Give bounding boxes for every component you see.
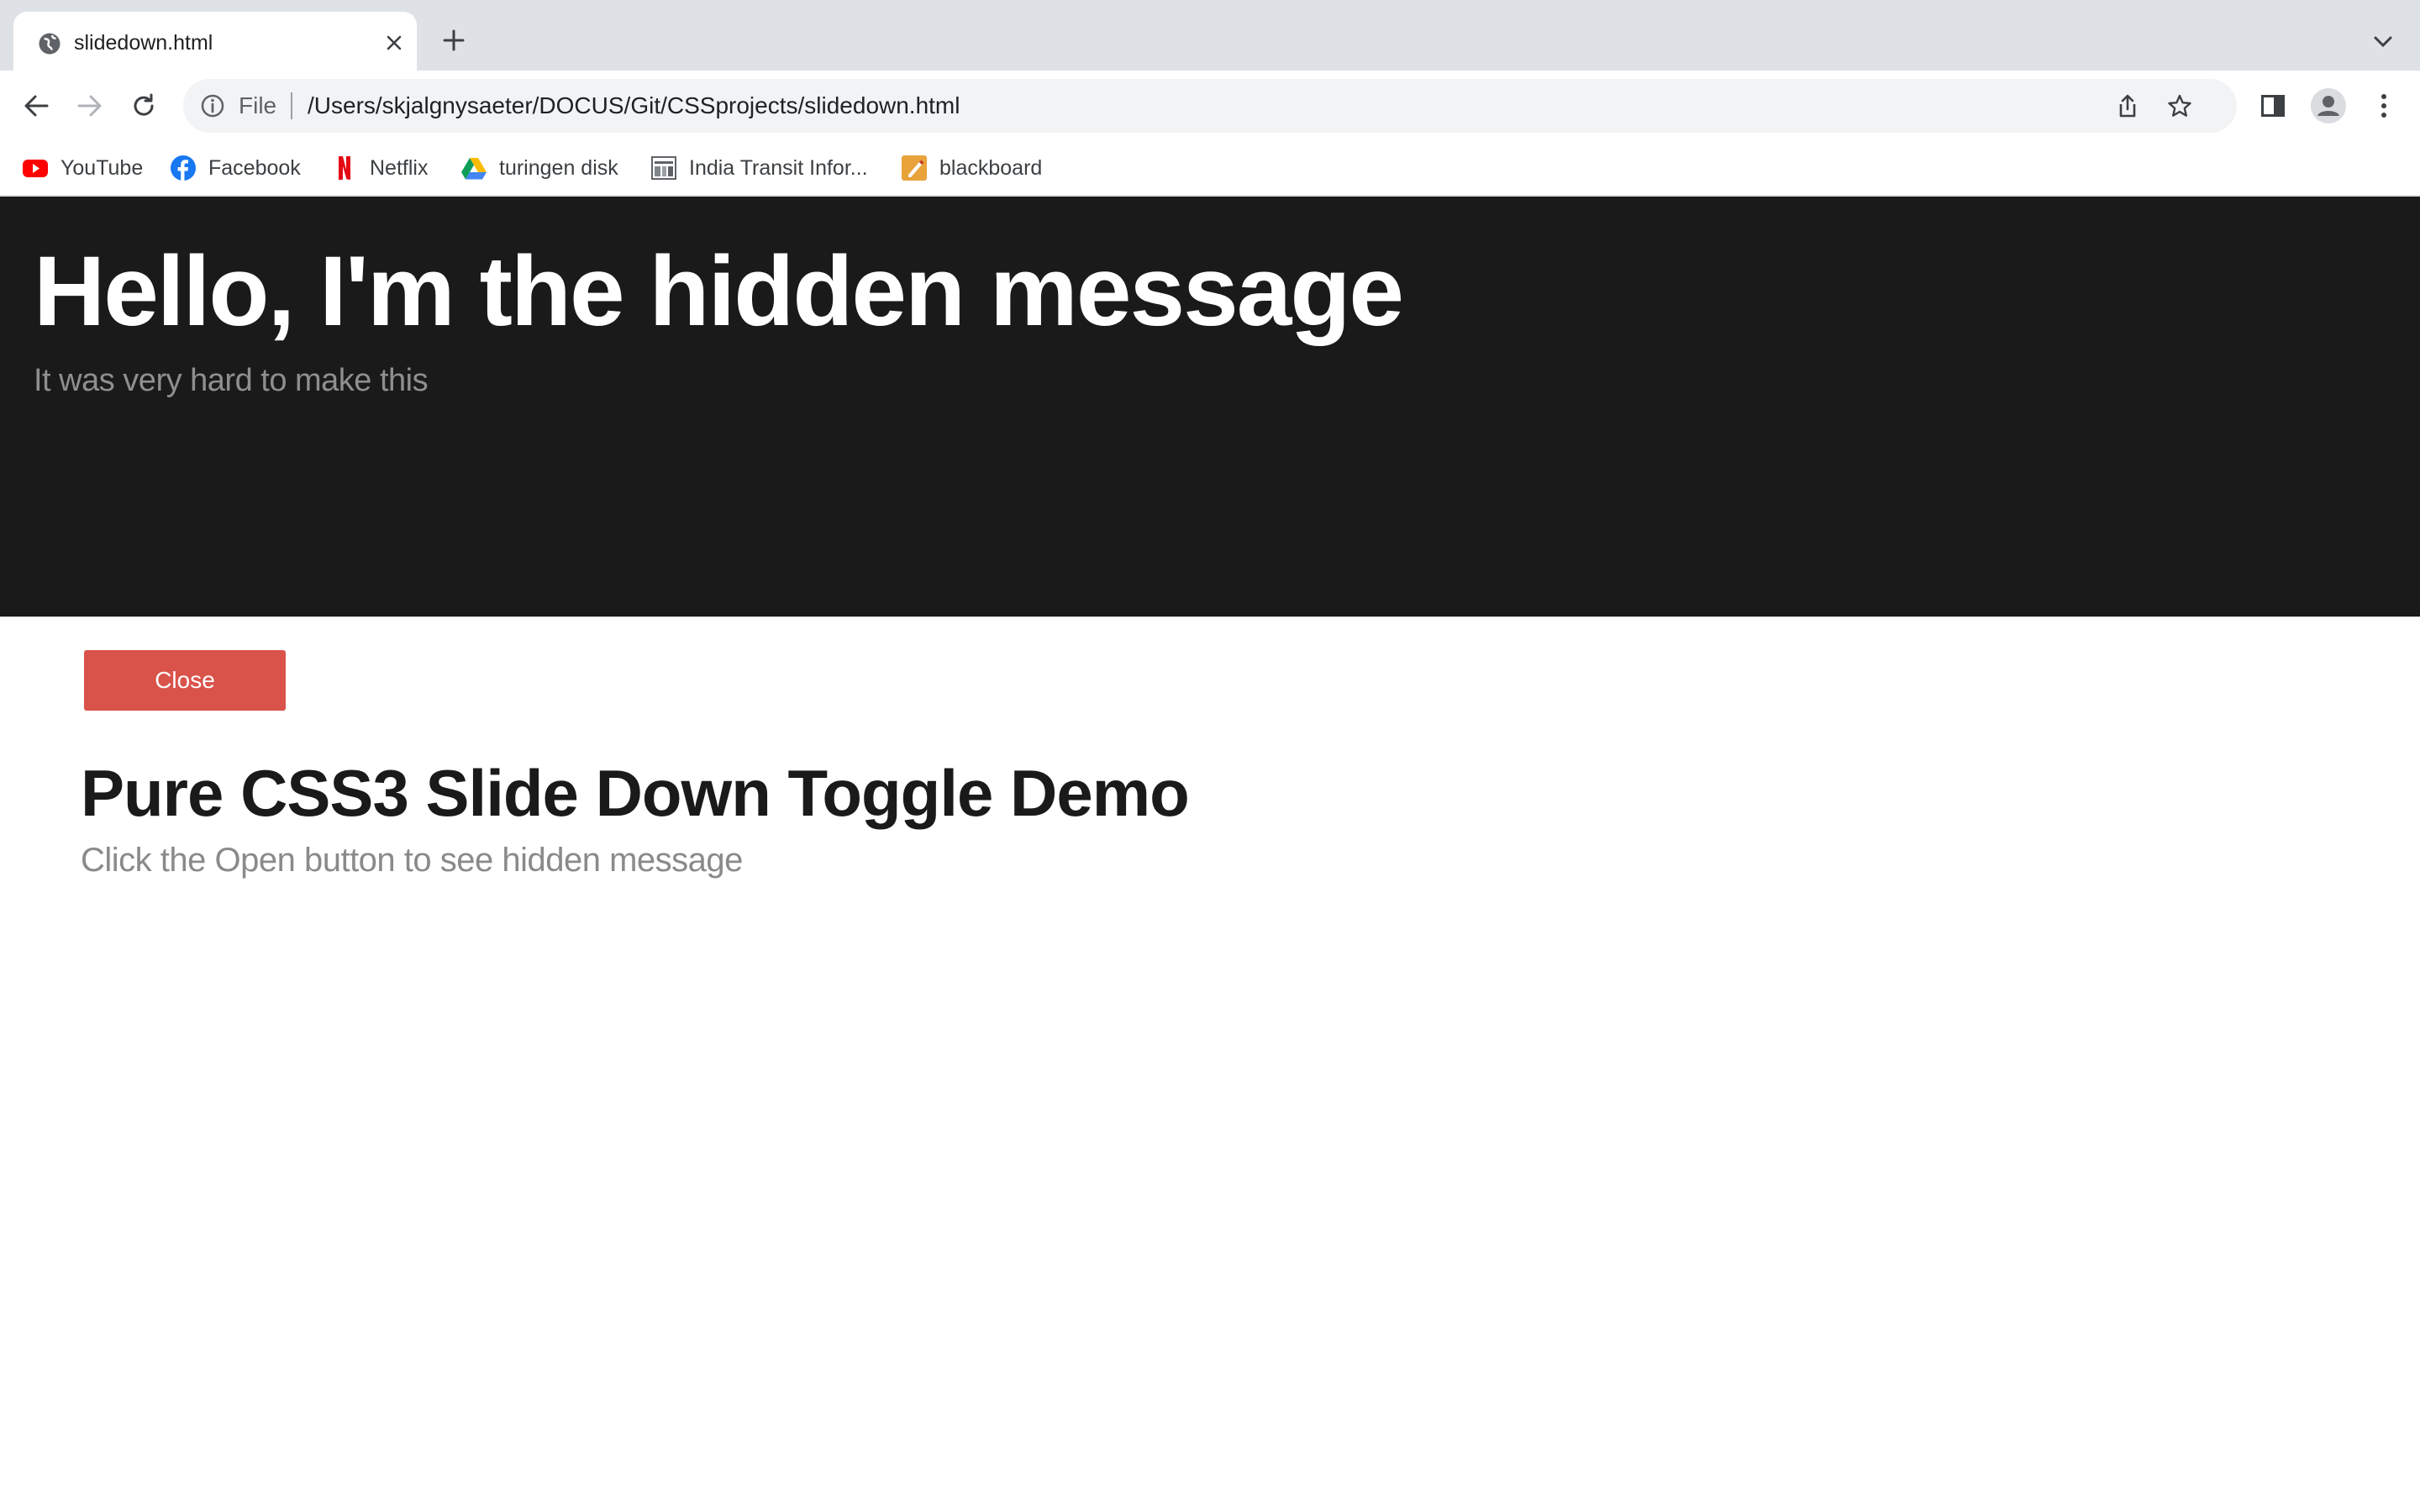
facebook-icon (171, 155, 196, 181)
transit-icon (651, 156, 676, 180)
new-tab-button[interactable] (437, 24, 471, 57)
bookmark-facebook[interactable]: Facebook (170, 151, 301, 185)
kebab-menu-icon (2381, 94, 2386, 118)
bookmark-turingen-disk[interactable]: turingen disk (460, 151, 618, 185)
bookmark-netflix[interactable]: Netflix (331, 151, 428, 185)
star-icon (2168, 94, 2191, 117)
back-button[interactable] (18, 88, 54, 123)
bookmark-label: Netflix (370, 155, 429, 180)
bookmark-india-transit[interactable]: India Transit Infor... (650, 151, 868, 185)
google-drive-icon (461, 158, 487, 180)
bookmark-star-button[interactable] (2165, 91, 2195, 121)
browser-toolbar: File /Users/skjalgnysaeter/DOCUS/Git/CSS… (0, 71, 2420, 141)
blackboard-icon (902, 155, 927, 181)
netflix-icon (339, 156, 350, 181)
bookmark-label: turingen disk (499, 155, 618, 180)
scheme-label: File (239, 92, 277, 118)
omnibox-divider (291, 92, 292, 119)
arrow-left-icon (24, 95, 49, 117)
youtube-icon (23, 160, 48, 177)
close-icon (387, 35, 402, 50)
browser-tab[interactable]: slidedown.html (13, 12, 417, 71)
page-subtitle: Click the Open button to see hidden mess… (81, 842, 743, 879)
bookmark-label: YouTube (60, 155, 144, 180)
avatar-icon (2311, 88, 2346, 123)
share-icon (2119, 94, 2136, 118)
hidden-message-subtitle: It was very hard to make this (34, 363, 429, 398)
share-button[interactable] (2112, 91, 2143, 121)
forward-button[interactable] (72, 88, 108, 123)
close-button[interactable]: Close (84, 650, 286, 711)
plus-icon (443, 29, 465, 51)
tab-close-button[interactable] (380, 29, 408, 57)
bookmark-label: India Transit Infor... (689, 155, 868, 180)
bookmarks-bar: YouTube Facebook Netflix turingen disk I… (0, 141, 2420, 197)
hidden-message-title: Hello, I'm the hidden message (34, 236, 1404, 347)
page-title: Pure CSS3 Slide Down Toggle Demo (81, 756, 1190, 830)
bookmark-youtube[interactable]: YouTube (22, 151, 143, 185)
profile-button[interactable] (2311, 88, 2346, 123)
hidden-message-panel: Hello, I'm the hidden message It was ver… (0, 197, 2420, 617)
url-text[interactable]: /Users/skjalgnysaeter/DOCUS/Git/CSSproje… (308, 91, 960, 121)
browser-menu-button[interactable] (2366, 88, 2402, 123)
chevron-down-icon (2374, 36, 2392, 48)
info-icon[interactable] (200, 93, 225, 118)
side-panel-icon (2261, 95, 2285, 117)
tab-search-button[interactable] (2366, 25, 2400, 59)
tab-strip: slidedown.html (0, 0, 2420, 71)
bookmark-blackboard[interactable]: blackboard (901, 151, 1042, 185)
reload-icon (134, 93, 154, 116)
reload-button[interactable] (126, 88, 161, 123)
address-bar[interactable]: File /Users/skjalgnysaeter/DOCUS/Git/CSS… (183, 79, 2237, 133)
bookmark-label: Facebook (208, 155, 301, 180)
side-panel-button[interactable] (2255, 88, 2291, 123)
tab-title: slidedown.html (74, 31, 213, 55)
globe-icon (39, 33, 60, 55)
arrow-right-icon (77, 95, 102, 117)
bookmark-label: blackboard (939, 155, 1043, 180)
